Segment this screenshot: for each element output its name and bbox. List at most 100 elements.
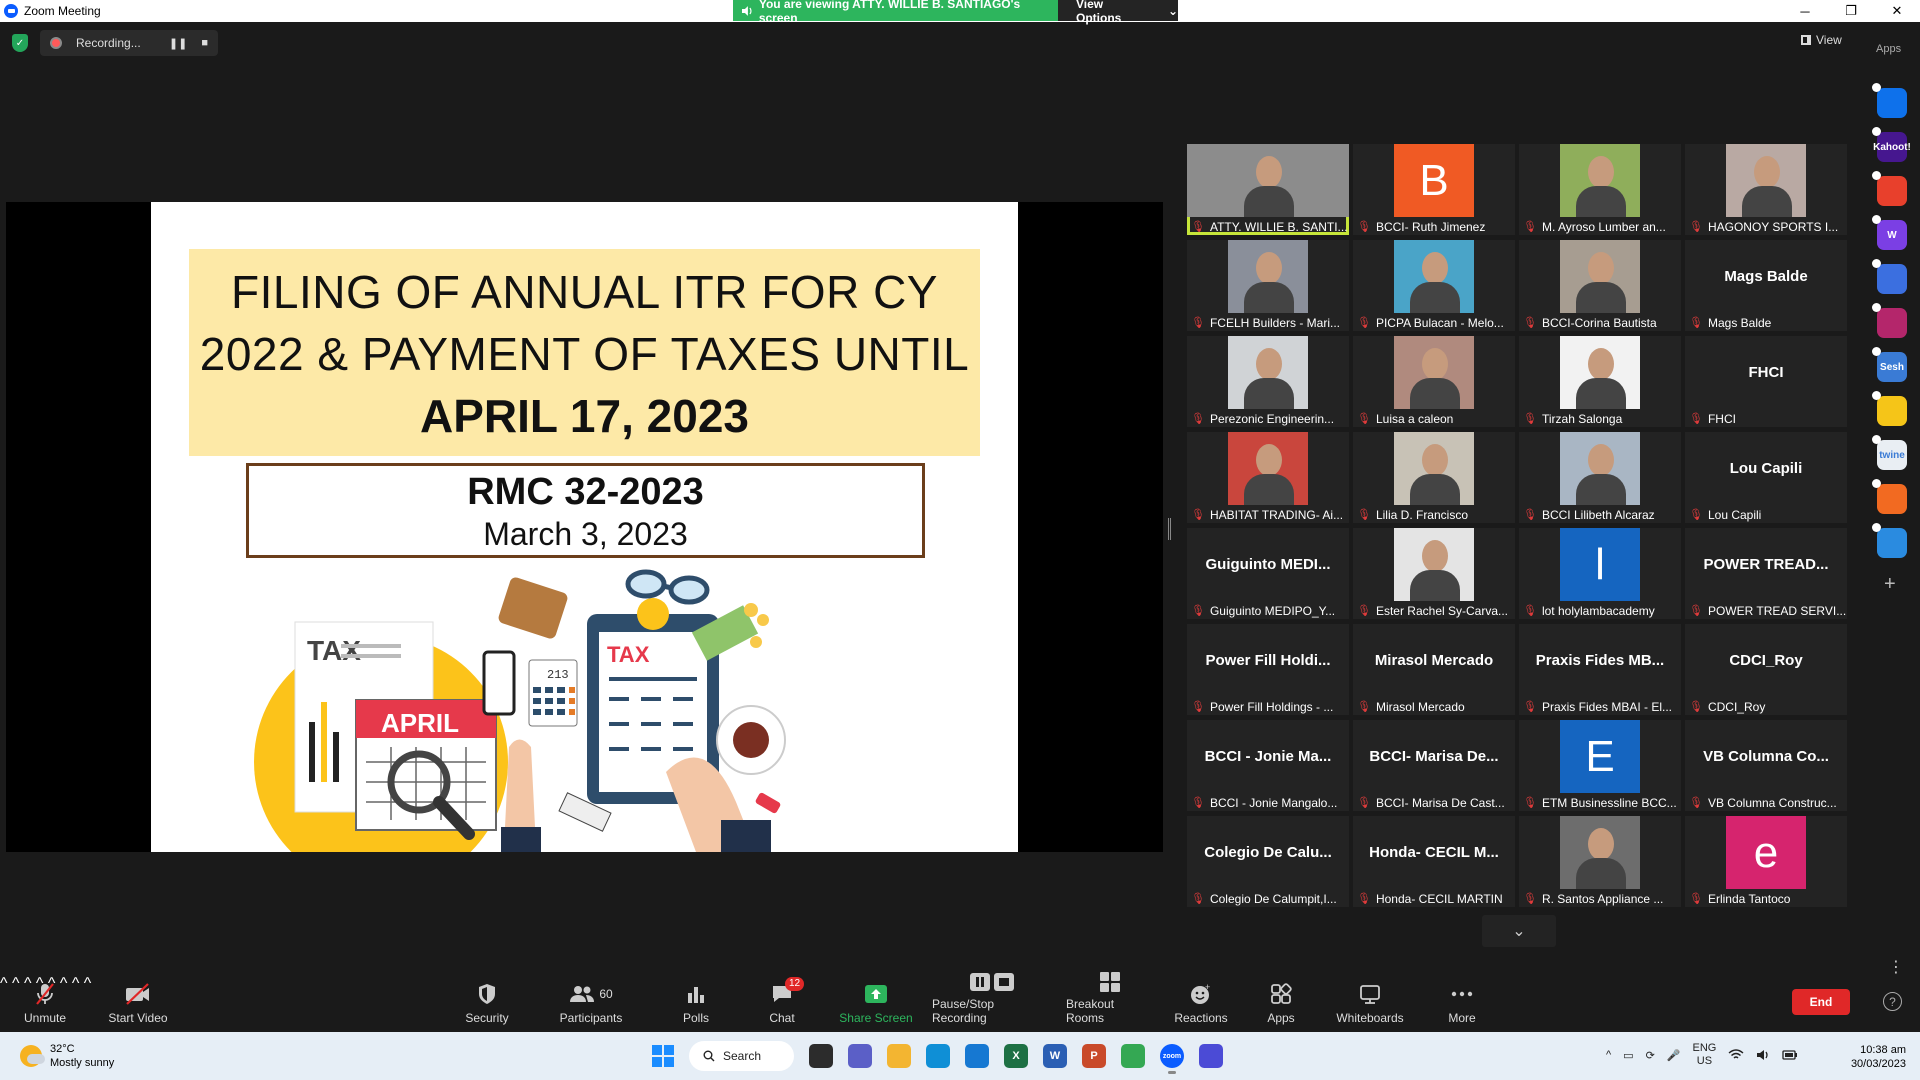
participant-tile[interactable]: 🎙 Tirzah Salonga <box>1519 336 1681 427</box>
view-options-button[interactable]: View Options ⌄ <box>1058 0 1178 25</box>
apps-options-caret[interactable]: ^ <box>72 975 80 992</box>
participant-tile[interactable]: Power Fill Holdi... 🎙 Power Fill Holdings … <box>1187 624 1349 715</box>
gallery-next-page-button[interactable]: ⌄ <box>1482 915 1556 947</box>
sidebar-app-icon[interactable] <box>1872 259 1907 294</box>
taskbar-app-icon[interactable] <box>887 1044 911 1068</box>
microphone-icon[interactable]: 🎤 <box>1667 1049 1681 1062</box>
polls-button[interactable]: Polls <box>676 975 716 1032</box>
splitter-handle[interactable] <box>1168 518 1171 540</box>
security-shield-icon[interactable]: ✓ <box>12 34 28 52</box>
participant-tile[interactable]: Lou Capili 🎙 Lou Capili <box>1685 432 1847 523</box>
sidebar-app-icon[interactable] <box>1872 479 1907 514</box>
participant-tile[interactable]: 🎙 Lilia D. Francisco <box>1353 432 1515 523</box>
taskbar-app-icon[interactable] <box>1121 1044 1145 1068</box>
participant-tile[interactable]: 🎙 HAGONOY SPORTS I... <box>1685 144 1847 235</box>
participant-tile[interactable]: Mirasol Mercado 🎙 Mirasol Mercado <box>1353 624 1515 715</box>
participant-tile[interactable]: 🎙 BCCI-Corina Bautista <box>1519 240 1681 331</box>
video-options-caret[interactable]: ^ <box>12 975 20 992</box>
taskbar-app-icon[interactable]: zoom <box>1160 1044 1184 1074</box>
pause-recording-button[interactable]: ❚❚ <box>169 37 187 50</box>
sidebar-app-icon[interactable] <box>1872 303 1907 338</box>
sidebar-app-icon[interactable] <box>1872 391 1907 426</box>
participant-tile[interactable]: 🎙 Perezonic Engineerin... <box>1187 336 1349 427</box>
taskbar-app-icon[interactable]: P <box>1082 1044 1106 1068</box>
participant-tile[interactable]: 🎙 HABITAT TRADING- Ai... <box>1187 432 1349 523</box>
participant-tile[interactable]: E 🎙 ETM Businessline BCC... <box>1519 720 1681 811</box>
language-indicator[interactable]: ENG US <box>1693 1042 1717 1068</box>
participant-name: lot holylambacademy <box>1541 603 1655 618</box>
reactions-button[interactable]: + Reactions <box>1174 975 1227 1032</box>
participant-name-bar: 🎙 Power Fill Holdings - ... <box>1187 698 1349 715</box>
participant-tile[interactable]: 🎙 Luisa a caleon <box>1353 336 1515 427</box>
sidebar-app-icon[interactable] <box>1872 523 1907 558</box>
more-button[interactable]: More <box>1445 975 1479 1032</box>
taskbar-app-icon[interactable] <box>848 1044 872 1068</box>
restore-button[interactable]: ❐ <box>1828 0 1874 22</box>
taskbar-app-icon[interactable] <box>1199 1044 1223 1068</box>
participant-tile[interactable]: l 🎙 lot holylambacademy <box>1519 528 1681 619</box>
battery-icon[interactable]: ▭ <box>1623 1049 1633 1062</box>
participant-tile[interactable]: Guiguinto MEDI... 🎙 Guiguinto MEDIPO_Y... <box>1187 528 1349 619</box>
taskbar-app-icon[interactable] <box>926 1044 950 1068</box>
sidebar-app-icon[interactable]: Kahoot! <box>1872 127 1911 162</box>
volume-icon[interactable] <box>1756 1049 1770 1061</box>
taskbar-app-icon[interactable]: X <box>1004 1044 1028 1068</box>
weather-widget[interactable]: 32°C Mostly sunny <box>20 1042 114 1070</box>
apps-button[interactable]: Apps <box>1266 975 1296 1032</box>
participant-tile[interactable]: CDCI_Roy 🎙 CDCI_Roy <box>1685 624 1847 715</box>
participant-tile[interactable]: 🎙 PICPA Bulacan - Melo... <box>1353 240 1515 331</box>
unmute-button[interactable]: Unmute <box>20 975 70 1032</box>
participant-tile[interactable]: Honda- CECIL M... 🎙 Honda- CECIL MARTIN <box>1353 816 1515 907</box>
pause-stop-recording-button[interactable]: Pause/Stop Recording <box>932 973 1052 1032</box>
stop-recording-button[interactable]: ■ <box>201 37 208 50</box>
whiteboards-options-caret[interactable]: ^ <box>84 975 92 992</box>
help-icon[interactable]: ? <box>1883 992 1902 1011</box>
windows-start-icon[interactable] <box>652 1045 674 1067</box>
sidebar-app-icon[interactable] <box>1872 171 1907 206</box>
participant-tile[interactable]: 🎙 R. Santos Appliance ... <box>1519 816 1681 907</box>
taskbar-app-icon[interactable] <box>809 1044 833 1068</box>
taskbar-app-icon[interactable]: W <box>1043 1044 1067 1068</box>
taskbar-clock[interactable]: 10:38 am 30/03/2023 <box>1840 1043 1906 1071</box>
add-app-icon[interactable]: + <box>1884 573 1896 596</box>
sidebar-app-icon[interactable]: twine <box>1872 435 1907 470</box>
participant-tile[interactable]: Mags Balde 🎙 Mags Balde <box>1685 240 1847 331</box>
breakout-rooms-button[interactable]: Breakout Rooms <box>1066 972 1154 1032</box>
start-video-button[interactable]: Start Video <box>104 975 172 1032</box>
battery-charging-icon[interactable] <box>1782 1049 1798 1061</box>
participant-tile[interactable]: 🎙 Ester Rachel Sy-Carva... <box>1353 528 1515 619</box>
participant-tile[interactable]: BCCI - Jonie Ma... 🎙 BCCI - Jonie Mangalo.… <box>1187 720 1349 811</box>
participant-tile[interactable]: 🎙 M. Ayroso Lumber an... <box>1519 144 1681 235</box>
audio-options-caret[interactable]: ^ <box>0 975 8 992</box>
participant-tile[interactable]: BCCI- Marisa De... 🎙 BCCI- Marisa De Cast.… <box>1353 720 1515 811</box>
taskbar-app-icon[interactable] <box>965 1044 989 1068</box>
unmute-label: Unmute <box>23 1011 67 1025</box>
more-options-icon[interactable]: ⋮ <box>1888 957 1904 977</box>
sync-icon[interactable]: ⟳ <box>1646 1049 1655 1062</box>
whiteboards-button[interactable]: Whiteboards <box>1334 975 1406 1032</box>
share-screen-button[interactable]: Share Screen <box>838 975 914 1032</box>
sidebar-app-icon[interactable]: Sesh <box>1872 347 1907 382</box>
participant-tile[interactable]: 🎙 BCCI Lilibeth Alcaraz <box>1519 432 1681 523</box>
end-meeting-button[interactable]: End <box>1792 989 1850 1015</box>
wifi-icon[interactable] <box>1728 1049 1744 1061</box>
close-button[interactable]: ✕ <box>1874 0 1920 22</box>
participant-tile[interactable]: 🎙 FCELH Builders - Mari... <box>1187 240 1349 331</box>
participant-tile[interactable]: e 🎙 Erlinda Tantoco <box>1685 816 1847 907</box>
participant-tile[interactable]: B 🎙 BCCI- Ruth Jimenez <box>1353 144 1515 235</box>
participant-tile[interactable]: 🎙 ATTY. WILLIE B. SANTI... <box>1187 144 1349 235</box>
minimize-button[interactable]: ─ <box>1782 0 1828 22</box>
participant-tile[interactable]: Praxis Fides MB... 🎙 Praxis Fides MBAI - E… <box>1519 624 1681 715</box>
participant-tile[interactable]: POWER TREAD... 🎙 POWER TREAD SERVI... <box>1685 528 1847 619</box>
sidebar-app-icon[interactable] <box>1872 83 1907 118</box>
participant-tile[interactable]: FHCI 🎙 FHCI <box>1685 336 1847 427</box>
participants-button[interactable]: 60 Participants <box>556 975 626 1032</box>
taskbar-search[interactable]: Search <box>689 1041 794 1071</box>
chat-button[interactable]: 12 Chat <box>765 975 805 1032</box>
participant-tile[interactable]: Colegio De Calu... 🎙 Colegio De Calumpit,I… <box>1187 816 1349 907</box>
security-button[interactable]: Security <box>462 975 512 1032</box>
show-hidden-icons[interactable]: ^ <box>1606 1049 1611 1061</box>
sidebar-app-icon[interactable]: W <box>1872 215 1907 250</box>
participant-tile[interactable]: VB Columna Co... 🎙 VB Columna Construc... <box>1685 720 1847 811</box>
view-layout-button[interactable]: View <box>1801 33 1842 47</box>
